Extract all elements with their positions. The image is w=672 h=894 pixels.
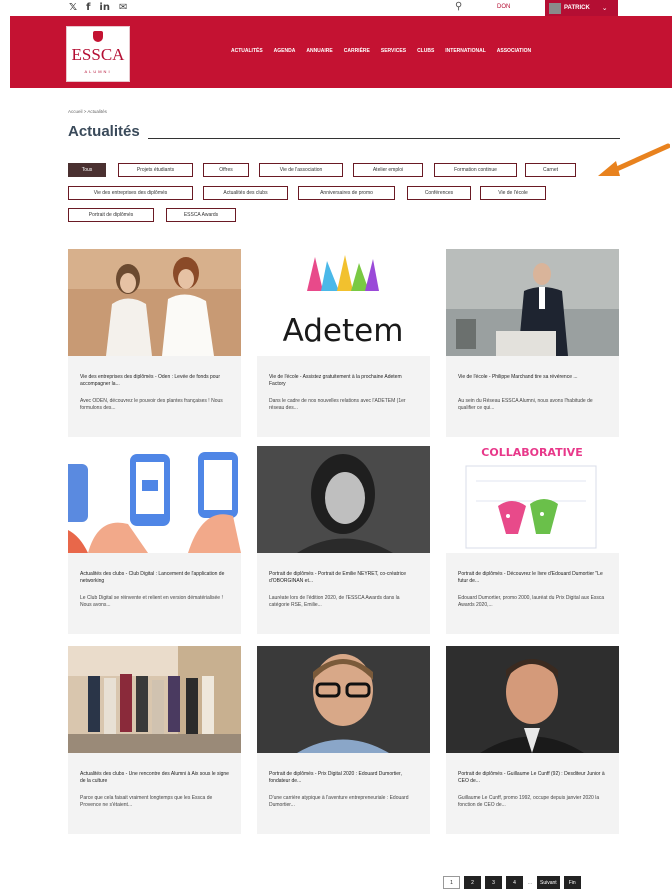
don-link[interactable]: DON <box>497 4 510 10</box>
news-title[interactable]: Portrait de diplômés - Portrait de Emili… <box>269 571 419 585</box>
filter-portrait-diplomes[interactable]: Portrait de diplômés <box>68 208 154 222</box>
user-menu-button[interactable]: PATRICK ⌄ <box>545 0 618 16</box>
nav-carriere[interactable]: CARRIÈRE <box>344 48 370 54</box>
nav-clubs[interactable]: CLUBS <box>417 48 434 54</box>
filter-vie-ecole[interactable]: Vie de l'école <box>480 186 546 200</box>
news-image <box>446 249 619 356</box>
news-image: Adetem <box>257 249 430 356</box>
filter-actualites-clubs[interactable]: Actualités des clubs <box>203 186 288 200</box>
nav-association[interactable]: ASSOCIATION <box>497 48 531 54</box>
top-utility-bar: 𝕏 f in ✉ ⚲ DON PATRICK ⌄ <box>0 0 672 16</box>
facebook-icon[interactable]: f <box>86 2 90 14</box>
news-title[interactable]: Vie de l'école - Assistez gratuitement à… <box>269 374 419 388</box>
news-card[interactable]: Portrait de diplômés - Prix Digital 2020… <box>257 646 430 834</box>
filter-conferences[interactable]: Conférences <box>407 186 471 200</box>
filter-projets-etudiants[interactable]: Projets étudiants <box>118 163 193 177</box>
news-image <box>68 249 241 356</box>
nav-international[interactable]: INTERNATIONAL <box>445 48 485 54</box>
email-icon[interactable]: ✉ <box>119 2 127 14</box>
news-image <box>446 646 619 753</box>
news-image <box>68 446 241 553</box>
news-card[interactable]: Vie des entreprises des diplômés - Oden … <box>68 249 241 437</box>
news-excerpt: D'une carrière atypique à l'aventure ent… <box>269 795 409 808</box>
last-page-button[interactable]: Fin <box>563 876 581 889</box>
news-title[interactable]: Portrait de diplômés - Découvrez le livr… <box>458 571 608 585</box>
news-excerpt: Avec ODEN, découvrez le pouvoir des plan… <box>80 398 223 411</box>
news-image <box>257 446 430 553</box>
next-page-button[interactable]: Suivant <box>537 876 560 889</box>
annotation-arrow-icon <box>598 143 670 176</box>
avatar <box>549 2 561 14</box>
filter-carnet[interactable]: Carnet <box>525 163 576 177</box>
adetem-logo-text: Adetem <box>283 313 404 349</box>
news-title[interactable]: Portrait de diplômés - Guillaume Le Cunf… <box>458 771 608 785</box>
filter-essca-awards[interactable]: ESSCA Awards <box>166 208 236 222</box>
news-excerpt: Dans le cadre de nos nouvelles relations… <box>269 398 406 411</box>
nav-annuaire[interactable]: ANNUAIRE <box>306 48 332 54</box>
news-card[interactable]: Actualités des clubs - Une rencontre des… <box>68 646 241 834</box>
search-icon[interactable]: ⚲ <box>455 1 462 12</box>
main-navigation: ESSCA ALUMNI ACTUALITÉS AGENDA ANNUAIRE … <box>10 16 672 88</box>
page-4-button[interactable]: 4 <box>506 876 523 889</box>
filter-vie-association[interactable]: Vie de l'association <box>259 163 343 177</box>
news-card[interactable]: Portrait de diplômés - Guillaume Le Cunf… <box>446 646 619 834</box>
nav-links: ACTUALITÉS AGENDA ANNUAIRE CARRIÈRE SERV… <box>231 48 531 54</box>
news-title[interactable]: Portrait de diplômés - Prix Digital 2020… <box>269 771 419 785</box>
logo-emblem-icon <box>93 31 103 42</box>
linkedin-icon[interactable]: in <box>99 2 110 14</box>
filter-tous[interactable]: Tous <box>68 163 106 177</box>
nav-agenda[interactable]: AGENDA <box>274 48 296 54</box>
nav-actualites[interactable]: ACTUALITÉS <box>231 48 263 54</box>
news-title[interactable]: Vie de l'école - Philippe Marchand tire … <box>458 374 608 381</box>
social-links: 𝕏 f in ✉ <box>69 2 127 14</box>
news-excerpt: Au sein du Réseau ESSCA Alumni, nous avo… <box>458 398 593 411</box>
news-title[interactable]: Actualités des clubs - Club Digital : La… <box>80 571 230 585</box>
news-image: COLLABORATIVE <box>446 446 619 553</box>
page-title: Actualités <box>68 123 140 140</box>
page-1-button[interactable]: 1 <box>443 876 460 889</box>
news-title[interactable]: Actualités des clubs - Une rencontre des… <box>80 771 230 785</box>
chevron-down-icon: ⌄ <box>601 4 608 12</box>
news-card[interactable]: Portrait de diplômés - Portrait de Emili… <box>257 446 430 634</box>
page-3-button[interactable]: 3 <box>485 876 502 889</box>
user-name: PATRICK <box>564 5 590 11</box>
filter-formation-continue[interactable]: Formation continue <box>434 163 517 177</box>
twitter-icon[interactable]: 𝕏 <box>69 2 77 14</box>
news-excerpt: Guillaume Le Cunff, promo 1992, occupe d… <box>458 795 600 808</box>
news-card[interactable]: Adetem Vie de l'école - Assistez gratuit… <box>257 249 430 437</box>
breadcrumb[interactable]: Accueil > Actualités <box>68 109 107 114</box>
filter-offres[interactable]: Offres <box>203 163 249 177</box>
filter-anniversaires-promo[interactable]: Anniversaires de promo <box>298 186 395 200</box>
news-image <box>257 646 430 753</box>
logo-subtitle: ALUMNI <box>84 69 112 74</box>
page-2-button[interactable]: 2 <box>464 876 481 889</box>
news-excerpt: Le Club Digital se réinvente et relient … <box>80 595 223 608</box>
news-card[interactable]: Vie de l'école - Philippe Marchand tire … <box>446 249 619 437</box>
nav-services[interactable]: SERVICES <box>381 48 406 54</box>
collaborative-text: COLLABORATIVE <box>481 446 582 459</box>
news-card[interactable]: COLLABORATIVE Portrait de diplômés - Déc… <box>446 446 619 634</box>
filter-atelier-emploi[interactable]: Atelier emploi <box>353 163 423 177</box>
news-excerpt: Edouard Dumortier, promo 2000, lauréat d… <box>458 595 605 608</box>
news-title[interactable]: Vie des entreprises des diplômés - Oden … <box>80 374 230 388</box>
pagination: 1 2 3 4 ... Suivant Fin <box>443 876 581 889</box>
title-divider <box>148 138 620 139</box>
pagination-ellipsis: ... <box>527 879 533 886</box>
news-image <box>68 646 241 753</box>
essca-alumni-logo[interactable]: ESSCA ALUMNI <box>66 26 130 82</box>
filter-vie-entreprises[interactable]: Vie des entreprises des diplômés <box>68 186 193 200</box>
news-excerpt: Lauréate lors de l'édition 2020, de l'ES… <box>269 595 400 608</box>
logo-name: ESSCA <box>71 45 125 64</box>
news-excerpt: Parce que cela faisait vraiment longtemp… <box>80 795 213 808</box>
news-card[interactable]: Actualités des clubs - Club Digital : La… <box>68 446 241 634</box>
